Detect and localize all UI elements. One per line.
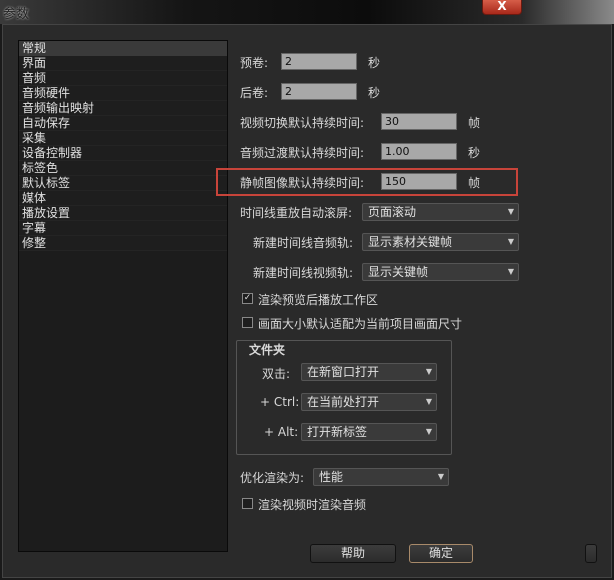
timeline-scroll-label: 时间线重放自动滚屏: [240,206,353,220]
title-bar: 参数 X [0,0,614,24]
dropdown-value: 在新窗口打开 [307,365,380,379]
sidebar-item[interactable]: 音频输出映射 [19,101,227,116]
audio-transition-label: 音频过渡默认持续时间: [240,146,365,160]
chevron-down-icon: ▼ [425,397,432,406]
still-image-unit: 帧 [468,176,481,190]
audio-transition-input[interactable]: 1.00 [381,143,457,160]
sidebar-item[interactable]: 设备控制器 [19,146,227,161]
postroll-input[interactable]: 2 [281,83,357,100]
scale-to-frame-checkbox[interactable] [242,317,253,328]
new-video-track-label: 新建时间线视频轨: [253,266,354,280]
postroll-label: 后卷: [240,86,269,100]
postroll-unit: 秒 [368,86,381,100]
chevron-down-icon: ▼ [507,267,514,276]
chevron-down-icon: ▼ [507,237,514,246]
sidebar-item[interactable]: 自动保存 [19,116,227,131]
sidebar-item[interactable]: 音频 [19,71,227,86]
dropdown-value: 页面滚动 [368,205,417,219]
new-audio-track-dropdown[interactable]: 显示素材关键帧 ▼ [362,233,519,251]
dropdown-value: 性能 [319,470,344,484]
ctrl-dropdown[interactable]: 在当前处打开 ▼ [301,393,437,411]
dropdown-value: 打开新标签 [307,425,368,439]
window-title: 参数 [3,7,30,22]
ok-button[interactable]: 确定 [409,544,473,563]
timeline-scroll-dropdown[interactable]: 页面滚动 ▼ [362,203,519,221]
alt-dropdown[interactable]: 打开新标签 ▼ [301,423,437,441]
scale-to-frame-label: 画面大小默认适配为当前项目画面尺寸 [258,317,463,331]
preroll-unit: 秒 [368,56,381,70]
preroll-label: 预卷: [240,56,269,70]
sidebar-item[interactable]: 音频硬件 [19,86,227,101]
alt-label: + Alt: [264,425,299,439]
sidebar-item[interactable]: 播放设置 [19,206,227,221]
chevron-down-icon: ▼ [437,472,444,481]
category-list[interactable]: 常规 界面 音频 音频硬件 音频输出映射 自动保存 采集 设备控制器 标签色 默认标签 媒体 播放设置… [18,40,228,552]
chevron-down-icon: ▼ [425,427,432,436]
chevron-down-icon: ▼ [425,367,432,376]
video-transition-unit: 帧 [468,116,481,130]
double-click-dropdown[interactable]: 在新窗口打开 ▼ [301,363,437,381]
preroll-input[interactable]: 2 [281,53,357,70]
video-transition-label: 视频切换默认持续时间: [240,116,365,130]
chevron-down-icon: ▼ [507,207,514,216]
sidebar-item[interactable]: 默认标签 [19,176,227,191]
still-image-input[interactable]: 150 [381,173,457,190]
close-button[interactable]: X [482,0,522,15]
optimize-render-label: 优化渲染为: [240,471,305,485]
render-audio-checkbox[interactable] [242,498,253,509]
double-click-label: 双击: [262,367,291,381]
cancel-button[interactable] [585,544,597,563]
optimize-render-dropdown[interactable]: 性能 ▼ [313,468,449,486]
new-audio-track-label: 新建时间线音频轨: [253,236,354,250]
sidebar-item[interactable]: 修整 [19,236,227,251]
sidebar-item[interactable]: 采集 [19,131,227,146]
video-transition-input[interactable]: 30 [381,113,457,130]
sidebar-item[interactable]: 字幕 [19,221,227,236]
play-after-render-label: 渲染预览后播放工作区 [258,293,379,307]
bins-title: 文件夹 [249,343,286,357]
play-after-render-checkbox[interactable]: ✓ [242,293,253,304]
new-video-track-dropdown[interactable]: 显示关键帧 ▼ [362,263,519,281]
sidebar-item[interactable]: 标签色 [19,161,227,176]
dropdown-value: 显示素材关键帧 [368,235,453,249]
dropdown-value: 显示关键帧 [368,265,429,279]
sidebar-item[interactable]: 媒体 [19,191,227,206]
render-audio-label: 渲染视频时渲染音频 [258,498,367,512]
help-button[interactable]: 帮助 [310,544,396,563]
sidebar-item[interactable]: 常规 [19,41,227,56]
dropdown-value: 在当前处打开 [307,395,380,409]
ctrl-label: + Ctrl: [260,395,300,409]
sidebar-item[interactable]: 界面 [19,56,227,71]
still-image-label: 静帧图像默认持续时间: [240,176,365,190]
audio-transition-unit: 秒 [468,146,481,160]
